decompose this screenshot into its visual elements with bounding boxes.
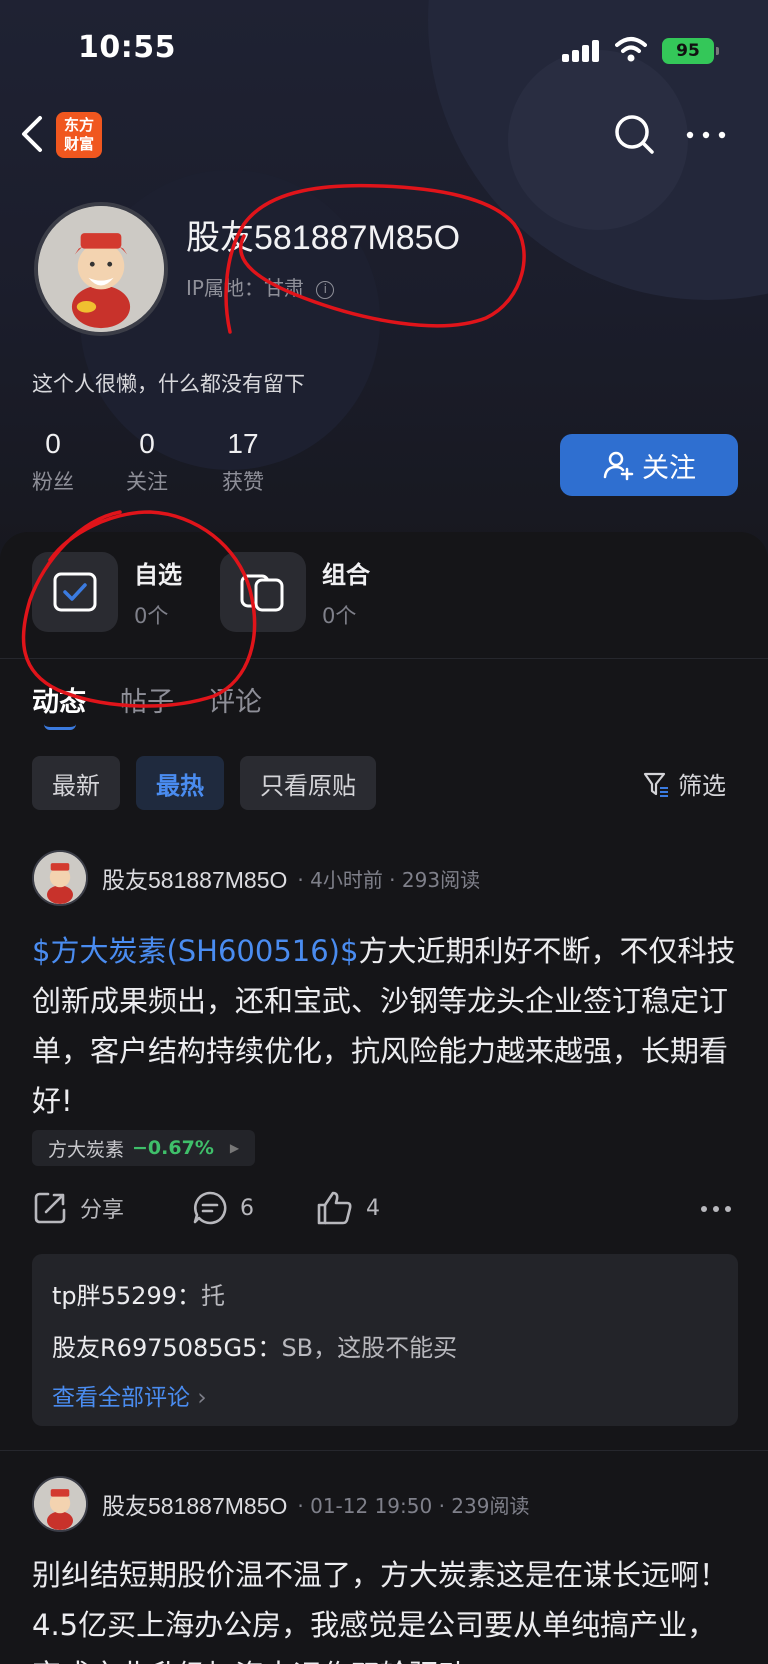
divider — [0, 1450, 768, 1451]
battery-icon: 95 — [662, 38, 714, 64]
battery-level: 95 — [676, 41, 700, 61]
filter-chips: 最新 最热 只看原贴 — [32, 756, 376, 810]
filter-button[interactable]: 筛选 — [642, 766, 726, 801]
post-header: 股友581887M85O · 4小时前 · 293阅读 — [32, 850, 480, 906]
post-meta: · 01-12 19:50 · 239阅读 — [297, 1493, 530, 1518]
profile-bio: 这个人很懒，什么都没有留下 — [32, 372, 305, 396]
price-change: −0.67% — [132, 1137, 214, 1159]
checkbox-icon — [32, 552, 118, 632]
divider — [0, 658, 768, 659]
stat-following[interactable]: 0 关注 — [126, 428, 168, 496]
stock-ticker[interactable]: 方大炭素 −0.67% ▶ — [32, 1130, 256, 1166]
post-meta: · 4小时前 · 293阅读 — [297, 867, 481, 892]
stat-likes[interactable]: 17 获赞 — [222, 428, 264, 496]
tab-posts[interactable]: 帖子 — [120, 680, 174, 719]
post-text[interactable]: 别纠结短期股价温不温了，方大炭素这是在谋长远啊！4.5亿买上海办公房，我感觉是公… — [32, 1550, 742, 1664]
status-time: 10:55 — [78, 30, 176, 65]
chip-hot[interactable]: 最热 — [136, 756, 224, 810]
tab-comments[interactable]: 评论 — [208, 680, 262, 719]
stat-followers[interactable]: 0 粉丝 — [32, 428, 74, 496]
add-user-icon — [603, 451, 634, 481]
post-actions: 分享 6 4 — [32, 1190, 742, 1240]
share-icon — [34, 1192, 66, 1224]
comment-button[interactable]: 6 — [192, 1190, 254, 1226]
quick-watchlist[interactable]: 自选 0个 — [32, 552, 182, 632]
post-text[interactable]: $方大炭素(SH600516)$方大近期利好不断，不仅科技创新成果频出，还和宝武… — [32, 926, 742, 1126]
follow-button[interactable]: 关注 — [560, 434, 738, 496]
post-author[interactable]: 股友581887M85O — [102, 1487, 287, 1521]
chip-original-only[interactable]: 只看原贴 — [240, 756, 376, 810]
post-header: 股友581887M85O · 01-12 19:50 · 239阅读 — [32, 1476, 529, 1532]
comment-icon — [193, 1191, 227, 1225]
status-bar: 10:55 95 — [0, 28, 768, 72]
stock-link[interactable]: $方大炭素(SH600516)$ — [32, 934, 358, 968]
comment-preview[interactable]: tp胖55299：托 股友R6975085G5：SB，这股不能买 查看全部评论 … — [32, 1254, 738, 1426]
app-logo[interactable]: 东方 财富 — [56, 112, 102, 158]
share-button[interactable]: 分享 — [32, 1190, 124, 1226]
ip-location: IP属地：甘肃 i — [186, 272, 335, 301]
info-icon[interactable]: i — [316, 280, 335, 299]
more-icon[interactable] — [684, 120, 728, 150]
thumbs-up-icon — [317, 1191, 352, 1225]
back-icon[interactable] — [18, 112, 48, 156]
profile-username: 股友581887M85O — [186, 219, 461, 257]
tab-activity[interactable]: 动态 — [32, 680, 86, 719]
comment-item: 股友R6975085G5：SB，这股不能买 — [52, 1334, 458, 1362]
avatar[interactable] — [32, 850, 88, 906]
wifi-icon — [615, 37, 647, 62]
portfolio-icon — [220, 552, 306, 632]
caret-right-icon: ▶ — [229, 1141, 240, 1155]
chip-latest[interactable]: 最新 — [32, 756, 120, 810]
tab-bar: 动态 帖子 评论 — [32, 680, 262, 719]
post-author[interactable]: 股友581887M85O — [102, 861, 287, 895]
quick-portfolio[interactable]: 组合 0个 — [220, 552, 370, 632]
filter-icon — [643, 772, 668, 797]
comment-item: tp胖55299：托 — [52, 1282, 225, 1310]
chevron-right-icon: › — [197, 1385, 207, 1411]
signal-icon — [562, 40, 602, 62]
search-icon[interactable] — [612, 112, 656, 156]
view-all-comments-link[interactable]: 查看全部评论 › — [52, 1378, 718, 1412]
avatar[interactable] — [32, 1476, 88, 1532]
like-button[interactable]: 4 — [316, 1190, 380, 1226]
post-more-icon[interactable] — [700, 1204, 732, 1214]
avatar[interactable] — [34, 202, 168, 336]
tab-indicator — [44, 724, 76, 730]
